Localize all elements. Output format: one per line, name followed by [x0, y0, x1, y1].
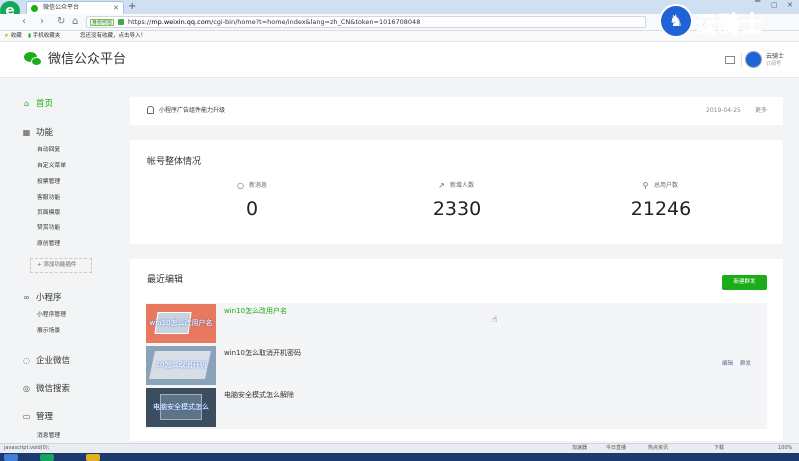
list-item[interactable]: 电脑安全模式怎么 电脑安全模式怎么解除	[146, 387, 767, 429]
trend-icon: ↗	[438, 181, 445, 190]
wechat-logo-icon[interactable]	[24, 52, 42, 66]
article-title[interactable]: win10怎么改用户名	[224, 306, 287, 316]
browser-status-bar: javascript:void(0); 加速器 今日直播 热点资讯 下载 100…	[0, 443, 799, 453]
sidebar-subitem[interactable]: 自定义菜单	[37, 162, 66, 170]
sidebar-subitem[interactable]: 页面模版	[37, 209, 60, 217]
account-overview-card: 帐号整体情况 ○ 新消息 0 ↗ 新增人数 2330 ⚲ 总用户数 21246	[130, 140, 783, 244]
notice-date: 2019-04-25	[706, 107, 741, 114]
new-tab-button[interactable]: +	[128, 0, 136, 14]
user-icon: ⚲	[642, 181, 649, 190]
edit-link[interactable]: 编辑	[722, 360, 733, 368]
article-thumbnail[interactable]: 电脑安全模式怎么	[146, 388, 216, 427]
notice-more-link[interactable]: 更多	[755, 97, 767, 125]
stat-value-new-followers[interactable]: 2330	[417, 197, 497, 221]
back-icon[interactable]: ‹	[22, 16, 26, 28]
stat-value-new-messages[interactable]: 0	[212, 197, 292, 221]
bookmark-item[interactable]: 您还没有收藏，点击导入！	[80, 32, 146, 41]
phone-icon: ▮	[28, 33, 32, 39]
home-icon[interactable]: ⌂	[72, 16, 78, 28]
recent-edits-card: 最近编辑 新建群发 win10怎么改用户名 win10怎么改用户名 10怎么取消…	[130, 259, 783, 441]
sidebar-subitem[interactable]: 自动回复	[37, 146, 60, 154]
recent-title: 最近编辑	[147, 275, 184, 285]
grid-icon: ▦	[22, 128, 31, 137]
bell-icon	[147, 106, 154, 114]
status-url: javascript:void(0);	[4, 445, 50, 451]
sidebar-subitem[interactable]: 投票管理	[37, 178, 60, 186]
sidebar: ⌂ 首页 ▦ 功能 自动回复 自定义菜单 投票管理 客服功能 页面模版 赞赏功能 原…	[0, 78, 118, 448]
link-icon: ∞	[23, 293, 30, 302]
watermark-text: 云骑士	[694, 13, 765, 39]
secure-badge: 身份可信	[90, 19, 114, 26]
sidebar-item-work-wechat[interactable]: ◌ 企业微信	[22, 355, 70, 367]
url-text: https://mp.weixin.qq.com/cgi-bin/home?t=…	[128, 18, 421, 26]
stat-value-total-users[interactable]: 21246	[621, 197, 701, 221]
notice-text[interactable]: 小程序广告组件能力升级	[159, 97, 225, 125]
sidebar-item-miniprogram[interactable]: ∞ 小程序	[22, 292, 61, 304]
sidebar-subitem[interactable]: 赞赏功能	[37, 224, 60, 232]
chat-icon: ◌	[23, 356, 30, 365]
bookmark-item[interactable]: ▮ 手机收藏夹	[28, 32, 60, 41]
account-name[interactable]: 云骑士	[766, 53, 784, 61]
overview-title: 帐号整体情况	[147, 157, 202, 167]
list-item[interactable]: 10怎么取消开机 win10怎么取消开机密码 编辑 群发	[146, 345, 767, 387]
sidebar-subitem[interactable]: 消息管理	[37, 432, 60, 440]
status-item[interactable]: 加速器	[572, 444, 587, 453]
folder-icon: ▭	[22, 412, 31, 421]
house-icon: ⌂	[23, 99, 30, 108]
recent-list: win10怎么改用户名 win10怎么改用户名 10怎么取消开机 win10怎么…	[146, 303, 767, 429]
send-link[interactable]: 群发	[740, 360, 751, 368]
tab-close-icon[interactable]: ✕	[113, 2, 119, 14]
wechat-favicon-icon	[31, 5, 38, 12]
explorer-task-icon[interactable]	[86, 454, 100, 461]
bookmark-item[interactable]: ★ 收藏	[4, 32, 22, 41]
sidebar-item-function[interactable]: ▦ 功能	[22, 127, 53, 139]
windows-taskbar	[0, 453, 799, 461]
lock-icon	[118, 19, 124, 25]
sidebar-item-manage[interactable]: ▭ 管理	[22, 411, 53, 423]
browser-task-icon[interactable]	[40, 454, 54, 461]
mail-icon[interactable]	[725, 56, 735, 64]
reload-icon[interactable]: ↻	[57, 16, 65, 28]
sidebar-item-home[interactable]: ⌂ 首页	[22, 98, 53, 110]
account-type: 订阅号	[766, 61, 782, 67]
sidebar-subitem[interactable]: 原创管理	[37, 240, 60, 248]
header-divider	[741, 53, 742, 67]
watermark: ♞ 云骑士	[655, 0, 799, 42]
forward-icon[interactable]: ›	[40, 16, 44, 28]
status-item[interactable]: 下载	[714, 444, 724, 453]
avatar[interactable]	[745, 51, 762, 68]
sidebar-subitem[interactable]: 客服功能	[37, 194, 60, 202]
list-item[interactable]: win10怎么改用户名 win10怎么改用户名	[146, 303, 767, 345]
status-item[interactable]: 热点资讯	[648, 444, 668, 453]
zoom-level[interactable]: 100%	[778, 444, 792, 453]
sidebar-subitem[interactable]: 小程序管理	[37, 311, 66, 319]
new-broadcast-button[interactable]: 新建群发	[722, 275, 767, 290]
star-icon: ★	[4, 33, 9, 39]
stat-label-total-users: ⚲ 总用户数	[642, 181, 679, 190]
platform-title[interactable]: 微信公众平台	[48, 51, 126, 69]
stat-label-new-messages: ○ 新消息	[237, 181, 268, 190]
sidebar-subitem[interactable]: 展示场景	[37, 327, 60, 335]
start-icon[interactable]	[4, 454, 18, 461]
message-icon: ○	[237, 181, 244, 190]
stat-label-new-followers: ↗ 新增人数	[438, 181, 475, 190]
browser-tab[interactable]: 微信公众平台 ✕	[26, 1, 124, 14]
article-title[interactable]: 电脑安全模式怎么解除	[224, 390, 294, 400]
sidebar-item-wechat-search[interactable]: ◎ 微信搜索	[22, 383, 70, 395]
tab-title: 微信公众平台	[43, 4, 80, 11]
article-thumbnail[interactable]: win10怎么改用户名	[146, 304, 216, 343]
article-title[interactable]: win10怎么取消开机密码	[224, 348, 301, 358]
mouse-cursor-icon: ☝	[492, 315, 498, 325]
search-icon: ◎	[23, 384, 30, 393]
status-item[interactable]: 今日直播	[606, 444, 626, 453]
add-plugin-button[interactable]: + 添加功能插件	[30, 258, 92, 273]
notice-card: 小程序广告组件能力升级 2019-04-25 更多	[130, 97, 783, 125]
article-thumbnail[interactable]: 10怎么取消开机	[146, 346, 216, 385]
horse-rider-icon: ♞	[659, 4, 693, 38]
mp-header: 微信公众平台 云骑士 订阅号	[0, 42, 799, 78]
address-bar[interactable]: 身份可信 https://mp.weixin.qq.com/cgi-bin/ho…	[86, 16, 646, 28]
